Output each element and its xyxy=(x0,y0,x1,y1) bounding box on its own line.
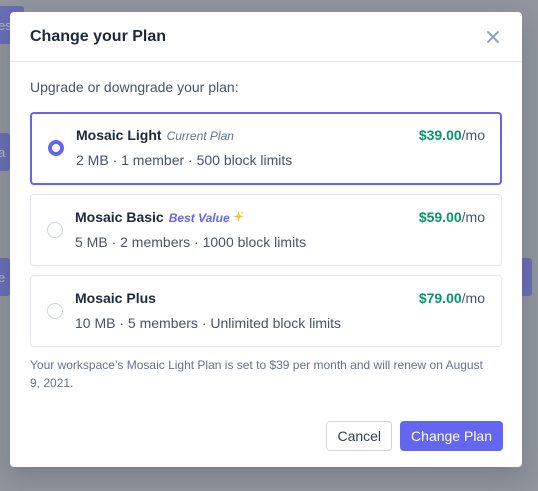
plan-price: $59.00/mo xyxy=(419,209,485,225)
modal-header: Change your Plan xyxy=(10,12,522,62)
price-period: /mo xyxy=(461,290,485,306)
plan-option-mosaic-light[interactable]: Mosaic Light Current Plan 2 MB · 1 membe… xyxy=(30,112,502,185)
plan-option-mosaic-basic[interactable]: Mosaic Basic Best Value 5 MB · 2 members… xyxy=(30,194,502,266)
plan-name: Mosaic Basic xyxy=(75,209,164,225)
plan-title-row: Mosaic Basic Best Value xyxy=(75,209,244,225)
price-period: /mo xyxy=(461,127,485,143)
plan-price: $79.00/mo xyxy=(419,290,485,306)
renewal-notice: Your workspace’s Mosaic Light Plan is se… xyxy=(30,358,483,390)
price-amount: $59.00 xyxy=(418,209,462,225)
plan-name: Mosaic Plus xyxy=(75,290,156,306)
modal-footer: Cancel Change Plan xyxy=(326,421,503,451)
radio-selected[interactable] xyxy=(48,140,64,156)
sparkle-icon xyxy=(232,211,244,225)
current-plan-tag: Current Plan xyxy=(166,129,234,143)
close-icon xyxy=(487,30,499,43)
modal-body: Upgrade or downgrade your plan: Mosaic L… xyxy=(10,62,522,392)
radio-unselected[interactable] xyxy=(47,303,63,319)
price-period: /mo xyxy=(461,209,485,225)
price-amount: $39.00 xyxy=(418,127,462,143)
plan-description: 2 MB · 1 member · 500 block limits xyxy=(76,152,293,168)
plan-description: 5 MB · 2 members · 1000 block limits xyxy=(75,234,307,250)
plan-title-row: Mosaic Light Current Plan xyxy=(76,127,234,143)
change-plan-button[interactable]: Change Plan xyxy=(400,421,503,451)
modal-title: Change your Plan xyxy=(30,27,167,45)
plan-name: Mosaic Light xyxy=(76,127,162,143)
radio-unselected[interactable] xyxy=(47,222,63,238)
change-plan-modal: Change your Plan Upgrade or downgrade yo… xyxy=(10,12,522,467)
plan-description: 10 MB · 5 members · Unlimited block limi… xyxy=(75,315,342,331)
plan-price: $39.00/mo xyxy=(419,127,485,143)
plan-prompt: Upgrade or downgrade your plan: xyxy=(30,79,239,95)
cancel-button[interactable]: Cancel xyxy=(326,421,393,451)
price-amount: $79.00 xyxy=(418,290,462,306)
best-value-tag: Best Value xyxy=(168,211,230,225)
plan-option-mosaic-plus[interactable]: Mosaic Plus 10 MB · 5 members · Unlimite… xyxy=(30,275,502,347)
plan-title-row: Mosaic Plus xyxy=(75,290,156,306)
close-button[interactable] xyxy=(482,26,504,48)
